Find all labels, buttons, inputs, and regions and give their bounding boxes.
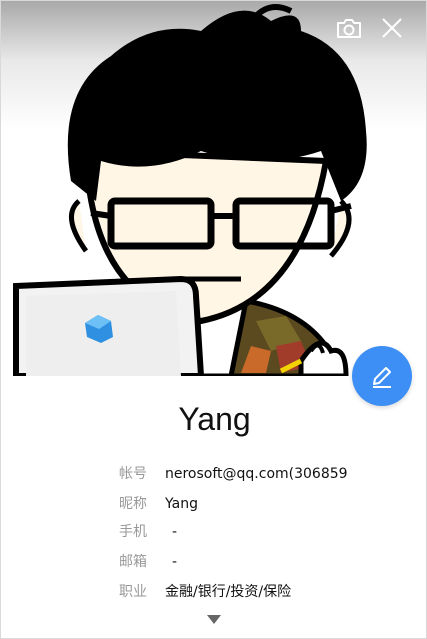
email-row: 邮箱 - [1,551,426,573]
phone-row: 手机 - [1,521,426,543]
account-row: 帐号 nerosoft@qq.com(306859 [1,463,426,485]
occupation-label: 职业 [119,584,147,600]
pencil-icon [373,367,391,388]
chevron-down-icon[interactable] [207,615,221,624]
camera-button[interactable] [336,17,366,47]
nickname-row: 昵称 Yang [1,493,426,515]
account-value: nerosoft@qq.com(306859 [165,466,348,482]
nickname-value: Yang [165,496,198,512]
occupation-value: 金融/银行/投资/保险 [165,584,292,600]
camera-icon [337,19,361,38]
email-value: - [172,554,178,570]
avatar-illustration [13,4,367,376]
phone-label: 手机 [119,524,147,540]
profile-cover-image [1,1,426,376]
close-button[interactable] [381,17,411,47]
nickname-label: 昵称 [119,496,147,512]
profile-card: Yang 帐号 nerosoft@qq.com(306859 昵称 Yang 手… [0,0,427,639]
occupation-row: 职业 金融/银行/投资/保险 [1,581,426,603]
phone-value: - [172,524,178,540]
close-icon [382,18,402,38]
edit-profile-button[interactable] [352,346,412,406]
profile-name: Yang [178,401,251,437]
email-label: 邮箱 [119,554,147,570]
account-label: 帐号 [119,466,147,482]
